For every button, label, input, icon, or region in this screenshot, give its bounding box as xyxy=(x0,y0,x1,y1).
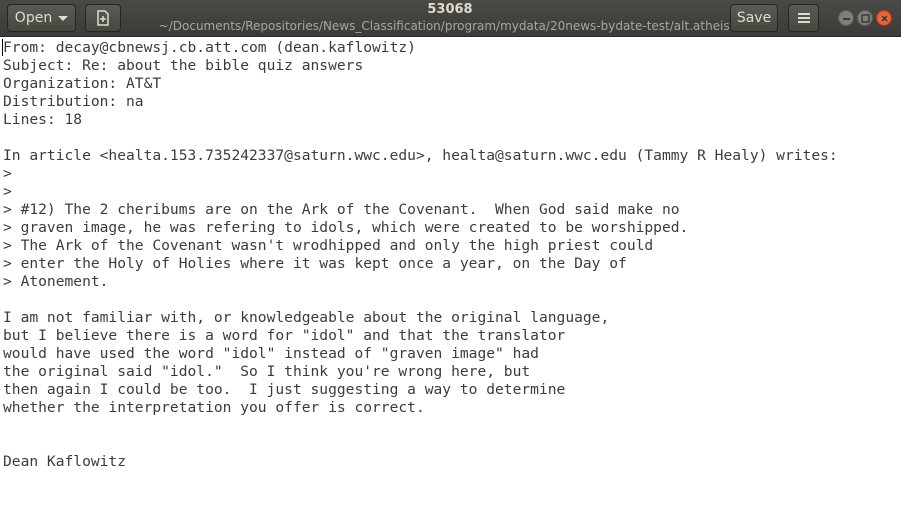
new-document-icon xyxy=(97,10,109,26)
save-button-label: Save xyxy=(736,10,772,26)
maximize-icon xyxy=(861,14,870,23)
text-editor-area[interactable]: From: decay@cbnewsj.cb.att.com (dean.kaf… xyxy=(0,38,901,518)
close-icon xyxy=(881,15,888,22)
text-line: I am not familiar with, or knowledgeable… xyxy=(3,309,610,326)
text-line: Distribution: na xyxy=(3,93,144,110)
text-line: the original said "idol." So I think you… xyxy=(3,363,531,380)
save-button[interactable]: Save xyxy=(730,4,778,32)
close-button[interactable] xyxy=(876,10,892,26)
text-line: > #12) The 2 cheribums are on the Ark of… xyxy=(3,201,680,218)
text-line: > Atonement. xyxy=(3,273,109,290)
text-line: > enter the Holy of Holies where it was … xyxy=(3,255,627,272)
open-button[interactable]: Open xyxy=(7,4,76,32)
text-line: > xyxy=(3,165,12,182)
minimize-button[interactable] xyxy=(838,10,854,26)
text-line: Dean Kaflowitz xyxy=(3,453,127,470)
maximize-button[interactable] xyxy=(857,10,873,26)
document-path: ~/Documents/Repositories/News_Classifica… xyxy=(158,19,742,33)
hamburger-menu-icon xyxy=(797,13,810,23)
document-title: 53068 xyxy=(427,2,473,17)
text-line: In article <healta.153.735242337@saturn.… xyxy=(3,147,838,164)
header-bar: Open 53068 ~/Documents/Repositories/News… xyxy=(0,0,901,37)
text-line: then again I could be too. I just sugges… xyxy=(3,381,566,398)
text-line: > The Ark of the Covenant wasn't wrodhip… xyxy=(3,237,654,254)
text-line: but I believe there is a word for "idol"… xyxy=(3,327,566,344)
text-line: Subject: Re: about the bible quiz answer… xyxy=(3,57,364,74)
text-line: Organization: AT&T xyxy=(3,75,162,92)
chevron-down-icon xyxy=(58,15,69,21)
window-title: 53068 ~/Documents/Repositories/News_Clas… xyxy=(150,2,750,34)
text-line: Lines: 18 xyxy=(3,111,83,128)
text-editor-window: Open 53068 ~/Documents/Repositories/News… xyxy=(0,0,901,518)
text-line: would have used the word "idol" instead … xyxy=(3,345,539,362)
text-line: > graven image, he was refering to idols… xyxy=(3,219,689,236)
minimize-icon xyxy=(843,18,850,20)
open-button-label: Open xyxy=(14,10,53,26)
new-document-button[interactable] xyxy=(85,4,121,32)
text-line: whether the interpretation you offer is … xyxy=(3,399,425,416)
text-line: > xyxy=(3,183,12,200)
menu-button[interactable] xyxy=(788,4,819,32)
text-line: From: decay@cbnewsj.cb.att.com (dean.kaf… xyxy=(3,39,416,56)
